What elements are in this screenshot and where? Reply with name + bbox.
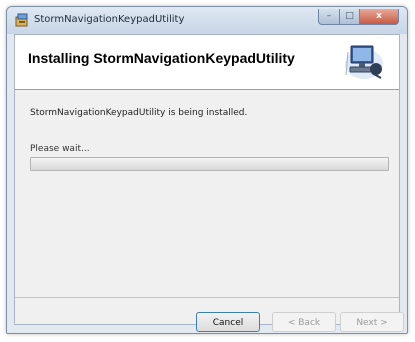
next-button[interactable]: Next > bbox=[340, 312, 404, 332]
installer-app-icon bbox=[15, 13, 28, 27]
install-progress-bar bbox=[30, 157, 389, 171]
computer-installer-icon bbox=[345, 45, 383, 79]
please-wait-label: Please wait... bbox=[30, 144, 90, 154]
window-controls: – □ x bbox=[318, 9, 399, 25]
footer-divider bbox=[15, 297, 399, 298]
title-bar[interactable]: StormNavigationKeypadUtility – □ x bbox=[7, 7, 407, 34]
maximize-button[interactable]: □ bbox=[340, 9, 360, 25]
header-title: Installing StormNavigationKeypadUtility bbox=[28, 50, 295, 66]
install-status-text: StormNavigationKeypadUtility is being in… bbox=[30, 108, 248, 118]
back-button[interactable]: < Back bbox=[272, 312, 336, 332]
dialog-client-area: Installing StormNavigationKeypadUtility … bbox=[14, 34, 404, 332]
minimize-button[interactable]: – bbox=[318, 9, 340, 25]
installer-window: StormNavigationKeypadUtility – □ x Insta… bbox=[6, 6, 408, 334]
cancel-button[interactable]: Cancel bbox=[196, 312, 260, 332]
dialog-header: Installing StormNavigationKeypadUtility bbox=[15, 35, 399, 90]
close-button[interactable]: x bbox=[360, 9, 399, 25]
window-title: StormNavigationKeypadUtility bbox=[34, 14, 185, 25]
